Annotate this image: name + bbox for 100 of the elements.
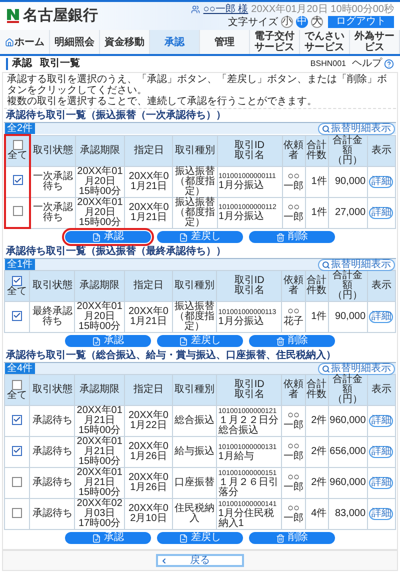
- column-header: 合計金額（円）: [328, 135, 368, 166]
- action-button[interactable]: 差戻し: [157, 231, 243, 243]
- table-cell: ○○花子: [282, 302, 306, 332]
- font-size-label: 文字サイズ: [228, 16, 278, 28]
- column-header: 取引ID 取引名: [217, 135, 282, 166]
- table-cell: 20XX年01月21日: [124, 302, 173, 332]
- checkbox[interactable]: [12, 206, 23, 216]
- checkbox[interactable]: [12, 175, 23, 186]
- column-header: 承認期限: [75, 135, 125, 166]
- nav-tab[interactable]: 外為サービス: [350, 30, 400, 54]
- checkbox[interactable]: [12, 508, 22, 518]
- expand-button[interactable]: 振替明細表示: [318, 122, 395, 134]
- deadline-date: 20XX年01月20日: [76, 198, 124, 218]
- detail-button[interactable]: 詳細: [369, 508, 394, 520]
- transaction-name: １月２６日引落分: [218, 478, 280, 498]
- action-button[interactable]: 削除: [249, 231, 335, 243]
- deadline-date: 20XX年01月20日: [76, 302, 123, 322]
- bank-logo-icon: [6, 8, 20, 24]
- document-check-icon: [92, 534, 101, 542]
- document-check-icon: [92, 232, 101, 242]
- detail-button[interactable]: 詳細: [369, 477, 394, 489]
- login-datetime: 20XX年01月20日 10時00分00秒: [251, 4, 394, 15]
- deadline-date: 20XX年01月21日: [76, 406, 123, 426]
- logout-button[interactable]: ログアウト: [328, 16, 394, 28]
- table-cell: 一次承認待ち: [30, 166, 76, 197]
- checkbox[interactable]: [12, 414, 22, 425]
- action-button[interactable]: 承認: [65, 532, 151, 544]
- table-cell: 90,000: [328, 302, 368, 332]
- count-badge: 全1件: [5, 259, 35, 270]
- user-icon: [191, 5, 200, 14]
- search-icon: [322, 124, 330, 132]
- checkbox[interactable]: [12, 276, 22, 286]
- table-cell: ○○一郎: [282, 166, 306, 197]
- nav-tab[interactable]: 承認: [150, 30, 200, 54]
- deadline-time: 15時00分: [78, 186, 122, 196]
- instruction-text: 承認する取引を選択のうえ、「承認」ボタン、「差戻し」ボタン、または「削除」ボタンをクリックしてください。: [7, 74, 388, 96]
- transaction-name: 1月分振込: [218, 212, 266, 222]
- action-button[interactable]: 承認: [65, 335, 151, 347]
- action-button[interactable]: 差戻し: [157, 532, 243, 544]
- checkbox[interactable]: [12, 140, 23, 150]
- checkbox[interactable]: [12, 310, 22, 321]
- table-cell: 振込振替（都度指定）: [172, 197, 217, 228]
- column-header: 依頼者: [282, 135, 306, 166]
- deadline-time: 15時00分: [77, 322, 122, 332]
- nav-tab[interactable]: でんさいサービス: [300, 30, 350, 54]
- nav-tab[interactable]: 電子交付サービス: [250, 30, 300, 54]
- checkbox[interactable]: [12, 446, 22, 456]
- help-icon: [384, 59, 394, 69]
- table-cell: 振込振替（都度指定）: [172, 166, 217, 197]
- chevron-left-icon: [160, 557, 168, 565]
- document-minus-icon: [179, 336, 188, 346]
- transaction-name: 1月分振込: [218, 316, 264, 326]
- nav-tab[interactable]: 管理: [200, 30, 250, 54]
- font-size-button[interactable]: 中: [296, 16, 308, 28]
- page-category: 承認: [12, 58, 32, 70]
- select-all-label: 全て: [7, 286, 28, 296]
- detail-button[interactable]: 詳細: [369, 311, 394, 323]
- expand-button[interactable]: 振替明細表示: [318, 362, 395, 374]
- column-header: 指定日: [124, 135, 173, 166]
- search-icon: [322, 364, 330, 372]
- detail-button[interactable]: 詳細: [369, 206, 394, 218]
- action-button[interactable]: 削除: [249, 532, 335, 544]
- detail-button[interactable]: 詳細: [369, 446, 394, 458]
- expand-button[interactable]: 振替明細表示: [318, 258, 395, 270]
- search-icon: [322, 260, 330, 268]
- deadline-time: 15時00分: [77, 426, 122, 436]
- column-header: 取引種別: [172, 135, 217, 166]
- deadline-time: 15時00分: [77, 488, 122, 498]
- table-cell: 20XX年01月21日: [124, 166, 173, 197]
- column-header: 合計件数: [305, 135, 328, 166]
- table-cell: 1件: [305, 302, 328, 332]
- deadline-date: 20XX年02月03日: [76, 499, 123, 519]
- nav-tab[interactable]: ホーム: [0, 30, 50, 54]
- count-badge: 全2件: [5, 123, 35, 134]
- checkbox[interactable]: [12, 476, 22, 486]
- section-title: 承認待ち取引一覧（振込振替（最終承認待ち））: [4, 246, 227, 258]
- action-button[interactable]: 承認: [65, 231, 151, 243]
- help-link[interactable]: ヘルプ: [352, 58, 394, 70]
- table-cell: 27,000: [328, 197, 368, 228]
- section-title: 承認待ち取引一覧（振込振替（一次承認待ち））: [4, 110, 227, 122]
- detail-button[interactable]: 詳細: [369, 415, 394, 427]
- deadline-time: 17時00分: [77, 519, 122, 529]
- table-cell: 住民税納入: [172, 498, 217, 530]
- detail-button[interactable]: 詳細: [369, 176, 394, 188]
- check-icon: [13, 276, 22, 285]
- select-all-label: 全て: [7, 390, 28, 400]
- check-icon: [14, 176, 22, 185]
- back-button[interactable]: 戻る: [156, 554, 244, 567]
- action-button[interactable]: 差戻し: [157, 335, 243, 347]
- screen-id: BSHN001: [310, 58, 346, 70]
- trash-icon: [276, 336, 285, 346]
- deadline-date: 20XX年01月21日: [76, 437, 123, 457]
- table-cell: 1件: [305, 166, 328, 197]
- nav-tab[interactable]: 明細照会: [50, 30, 100, 54]
- checkbox[interactable]: [12, 380, 22, 390]
- font-size-button[interactable]: 小: [281, 16, 293, 28]
- font-size-button[interactable]: 大: [311, 16, 323, 28]
- deadline-date: 20XX年01月21日: [76, 468, 123, 488]
- select-all-label: 全て: [8, 151, 28, 162]
- action-button[interactable]: 削除: [249, 335, 335, 347]
